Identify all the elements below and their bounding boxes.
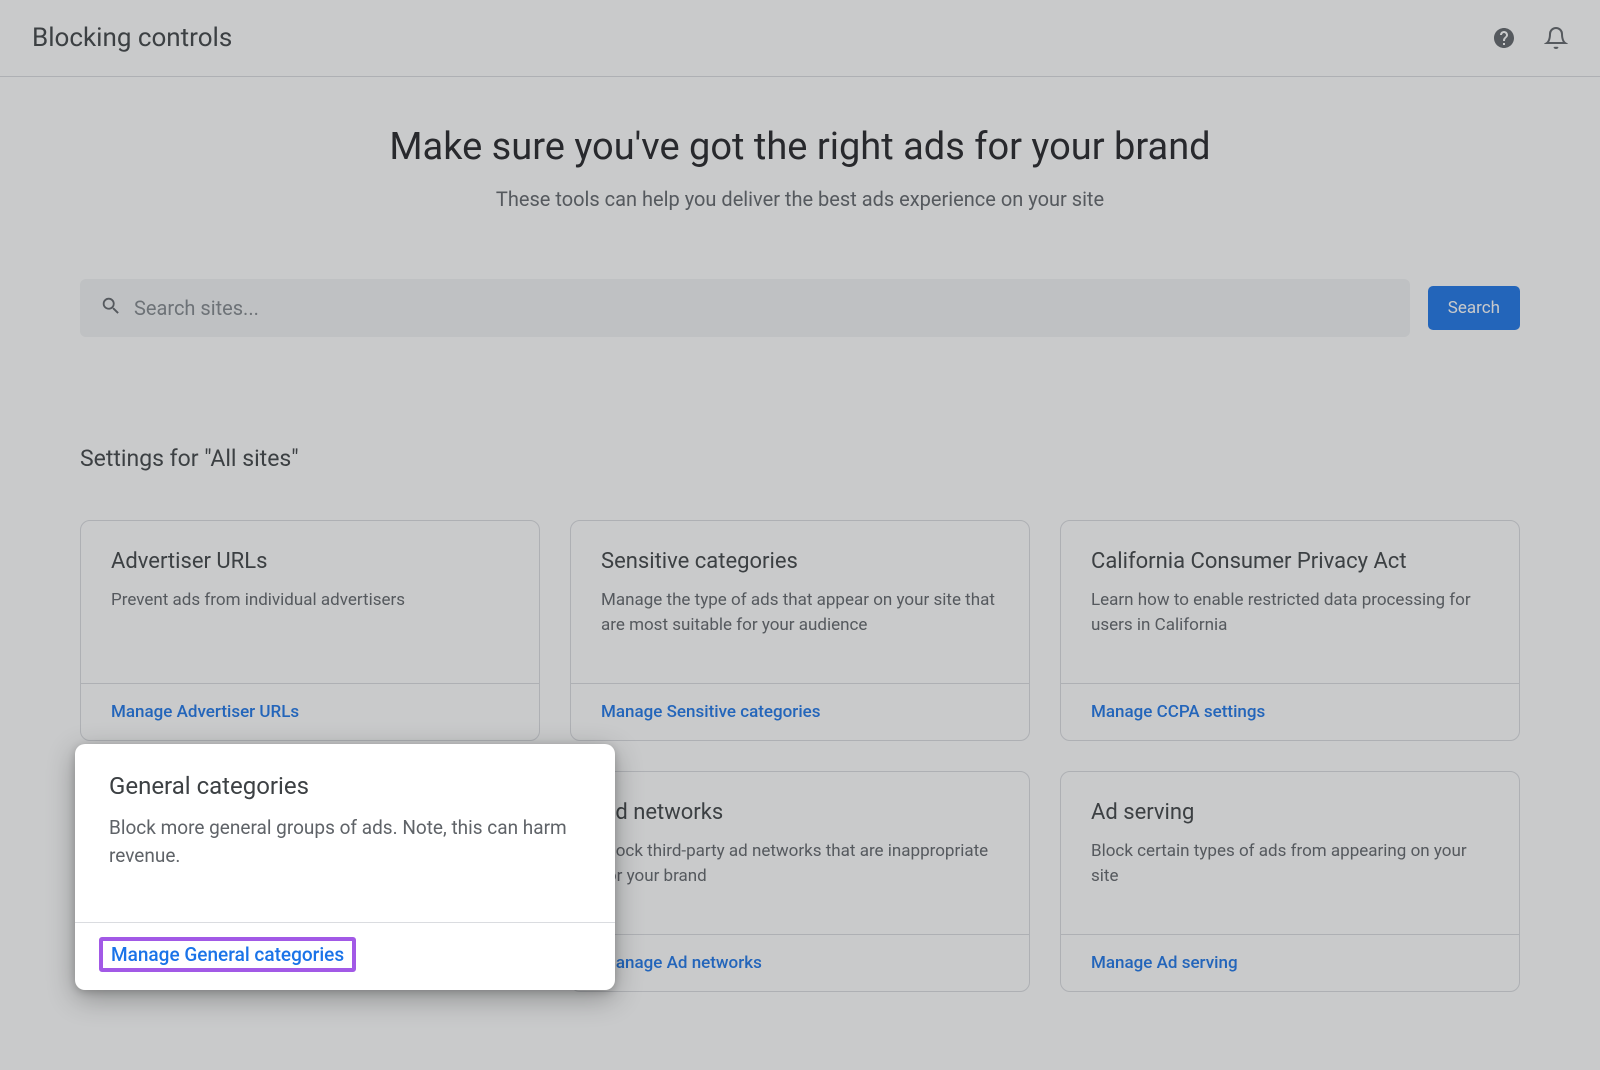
manage-general-categories-link[interactable]: Manage General categories <box>111 943 344 966</box>
card-title: Sensitive categories <box>601 549 999 574</box>
header-icons <box>1492 26 1568 50</box>
manage-ccpa-link[interactable]: Manage CCPA settings <box>1091 702 1265 722</box>
notifications-icon[interactable] <box>1544 26 1568 50</box>
card-title: General categories <box>109 772 581 800</box>
card-title: California Consumer Privacy Act <box>1091 549 1489 574</box>
help-icon[interactable] <box>1492 26 1516 50</box>
manage-sensitive-categories-link[interactable]: Manage Sensitive categories <box>601 702 821 722</box>
hero: Make sure you've got the right ads for y… <box>80 77 1520 211</box>
hero-title: Make sure you've got the right ads for y… <box>80 125 1520 169</box>
manage-ad-networks-link[interactable]: Manage Ad networks <box>601 953 762 973</box>
card-footer: Manage General categories <box>75 922 615 990</box>
card-general-categories: General categories Block more general gr… <box>75 744 615 990</box>
card-title: Advertiser URLs <box>111 549 509 574</box>
card-footer: Manage Ad serving <box>1061 934 1519 991</box>
card-advertiser-urls: Advertiser URLs Prevent ads from individ… <box>80 520 540 741</box>
card-body: Ad networks Block third-party ad network… <box>571 772 1029 934</box>
search-input[interactable] <box>134 296 1390 320</box>
card-footer: Manage Sensitive categories <box>571 683 1029 740</box>
card-title: Ad networks <box>601 800 999 825</box>
card-desc: Block third-party ad networks that are i… <box>601 839 999 888</box>
highlight-box: Manage General categories <box>99 937 356 972</box>
page-title: Blocking controls <box>32 23 232 53</box>
card-footer: Manage Ad networks <box>571 934 1029 991</box>
card-body: Ad serving Block certain types of ads fr… <box>1061 772 1519 934</box>
card-sensitive-categories: Sensitive categories Manage the type of … <box>570 520 1030 741</box>
card-body: General categories Block more general gr… <box>75 744 615 922</box>
card-footer: Manage CCPA settings <box>1061 683 1519 740</box>
manage-ad-serving-link[interactable]: Manage Ad serving <box>1091 953 1238 973</box>
card-body: Sensitive categories Manage the type of … <box>571 521 1029 683</box>
search-button[interactable]: Search <box>1428 286 1520 330</box>
header: Blocking controls <box>0 0 1600 77</box>
card-ccpa: California Consumer Privacy Act Learn ho… <box>1060 520 1520 741</box>
card-ad-networks: Ad networks Block third-party ad network… <box>570 771 1030 992</box>
hero-subtitle: These tools can help you deliver the bes… <box>80 187 1520 211</box>
card-ad-serving: Ad serving Block certain types of ads fr… <box>1060 771 1520 992</box>
card-footer: Manage Advertiser URLs <box>81 683 539 740</box>
card-title: Ad serving <box>1091 800 1489 825</box>
card-body: Advertiser URLs Prevent ads from individ… <box>81 521 539 683</box>
card-desc: Prevent ads from individual advertisers <box>111 588 509 613</box>
search-row: Search <box>80 279 1520 337</box>
search-icon <box>100 295 122 321</box>
card-desc: Block certain types of ads from appearin… <box>1091 839 1489 888</box>
card-desc: Learn how to enable restricted data proc… <box>1091 588 1489 637</box>
card-desc: Manage the type of ads that appear on yo… <box>601 588 999 637</box>
manage-advertiser-urls-link[interactable]: Manage Advertiser URLs <box>111 702 299 722</box>
card-desc: Block more general groups of ads. Note, … <box>109 814 581 869</box>
card-body: California Consumer Privacy Act Learn ho… <box>1061 521 1519 683</box>
settings-label: Settings for "All sites" <box>80 445 1520 472</box>
search-box[interactable] <box>80 279 1410 337</box>
